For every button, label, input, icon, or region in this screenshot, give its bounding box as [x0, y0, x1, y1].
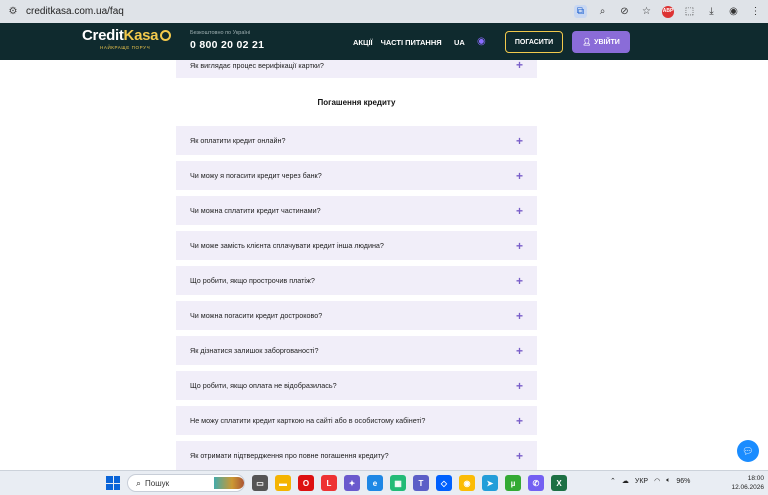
plus-icon[interactable]: + — [516, 135, 523, 147]
main-nav: АКЦІЇ ЧАСТІ ПИТАННЯ — [353, 38, 442, 47]
logo-mark-icon — [160, 30, 172, 41]
profile-icon[interactable]: ◉ — [727, 5, 740, 18]
clock-date: 12.06.2026 — [731, 484, 764, 491]
eye-off-icon[interactable]: ⊘ — [618, 5, 631, 18]
faq-item[interactable]: Що робити, якщо прострочив платіж? + — [176, 266, 537, 295]
tray-chevron-icon[interactable]: ⌃ — [610, 477, 616, 485]
faq-question: Як дізнатися залишок заборгованості? — [190, 346, 319, 355]
faq-question: Що робити, якщо прострочив платіж? — [190, 276, 315, 285]
telegram-icon[interactable]: ➤ — [482, 475, 498, 491]
logo-tagline: НАЙКРАЩЕ ПОРУЧ — [100, 45, 151, 50]
opera-icon[interactable]: O — [298, 475, 314, 491]
phone-caption: Безкоштовно по Україні — [190, 30, 251, 36]
plus-icon[interactable]: + — [516, 380, 523, 392]
clock-time: 18:00 — [747, 475, 764, 482]
faq-question: Що робити, якщо оплата не відобразилась? — [190, 381, 337, 390]
plus-icon[interactable]: + — [516, 60, 523, 71]
plus-icon[interactable]: + — [516, 415, 523, 427]
phone-block: Безкоштовно по Україні 0 800 20 02 21 — [190, 30, 264, 51]
faq-item[interactable]: Чи можна сплатити кредит частинами? + — [176, 196, 537, 225]
onedrive-icon[interactable]: ☁ — [622, 477, 629, 485]
faq-question: Чи можна погасити кредит достроково? — [190, 311, 323, 320]
battery-level[interactable]: 96% — [676, 478, 690, 485]
search-highlight-image — [214, 477, 244, 489]
zoom-icon[interactable]: ⌕ — [596, 5, 609, 18]
browser-toolbar: ⚙ creditkasa.com.ua/faq ⧉ ⌕ ⊘ ☆ ABP ⬚ ⤓ … — [0, 0, 768, 23]
bookmark-star-icon[interactable]: ☆ — [640, 5, 653, 18]
faq-item[interactable]: Чи може замість клієнта сплачувати креди… — [176, 231, 537, 260]
faq-question: Як виглядає процес верифікації картки? — [190, 60, 324, 70]
menu-icon[interactable]: ⋮ — [749, 5, 762, 18]
site-header: Credit Kasa НАЙКРАЩЕ ПОРУЧ Безкоштовно по… — [0, 23, 768, 60]
phone-number[interactable]: 0 800 20 02 21 — [190, 39, 264, 51]
search-label: Пошук — [145, 478, 170, 488]
search-icon: ⌕ — [136, 477, 142, 488]
edge-icon[interactable]: e — [367, 475, 383, 491]
keyboard-language[interactable]: УКР — [635, 478, 648, 485]
faq-item[interactable]: Чи можу я погасити кредит через банк? + — [176, 161, 537, 190]
faq-item[interactable]: Не можу сплатити кредит карткою на сайті… — [176, 406, 537, 435]
plus-icon[interactable]: + — [516, 275, 523, 287]
plus-icon[interactable]: + — [516, 170, 523, 182]
teams-icon[interactable]: T — [413, 475, 429, 491]
faq-item[interactable]: Що робити, якщо оплата не відобразилась?… — [176, 371, 537, 400]
faq-item[interactable]: Як виглядає процес верифікації картки? + — [176, 60, 537, 78]
faq-question: Чи можу я погасити кредит через банк? — [190, 171, 322, 180]
faq-item[interactable]: Як дізнатися залишок заборгованості? + — [176, 336, 537, 365]
plus-icon[interactable]: + — [516, 205, 523, 217]
language-switch[interactable]: UA — [454, 38, 465, 47]
torrent-icon[interactable]: µ — [505, 475, 521, 491]
login-button[interactable]: 👤︎ УВІЙТИ — [572, 31, 630, 53]
translate-icon[interactable]: ⧉ — [574, 5, 587, 18]
plus-icon[interactable]: + — [516, 450, 523, 462]
site-info-icon[interactable]: ⚙ — [6, 5, 20, 19]
adblock-extension-icon[interactable]: ABP — [662, 5, 674, 18]
store-icon[interactable]: ▦ — [390, 475, 406, 491]
plus-icon[interactable]: + — [516, 345, 523, 357]
faq-item[interactable]: Як оплатити кредит онлайн? + — [176, 126, 537, 155]
faq-content: Як виглядає процес верифікації картки? +… — [0, 60, 768, 470]
app-l-icon[interactable]: L — [321, 475, 337, 491]
logo[interactable]: Credit Kasa НАЙКРАЩЕ ПОРУЧ — [82, 27, 172, 50]
faq-item[interactable]: Чи можна погасити кредит достроково? + — [176, 301, 537, 330]
task-view-icon[interactable]: ▭ — [252, 475, 268, 491]
file-explorer-icon[interactable]: ▬ — [275, 475, 291, 491]
faq-question: Не можу сплатити кредит карткою на сайті… — [190, 416, 426, 425]
pay-button[interactable]: ПОГАСИТИ — [505, 31, 563, 53]
faq-item[interactable]: Як отримати підтвердження про повне пога… — [176, 441, 537, 470]
taskbar: ⌕ Пошук ▭ ▬ O L ✦ e ▦ T ◇ ◉ ➤ µ ✆ X ⌃ ☁ … — [0, 470, 768, 495]
user-icon: 👤︎ — [582, 39, 592, 46]
faq-question: Чи можна сплатити кредит частинами? — [190, 206, 321, 215]
plus-icon[interactable]: + — [516, 310, 523, 322]
taskbar-apps: ▭ ▬ O L ✦ e ▦ T ◇ ◉ ➤ µ ✆ X — [252, 475, 567, 491]
logo-kasa: Kasa — [123, 27, 159, 44]
dropbox-icon[interactable]: ◇ — [436, 475, 452, 491]
faq-question: Як отримати підтвердження про повне пога… — [190, 451, 389, 460]
nav-promotions[interactable]: АКЦІЇ — [353, 38, 373, 47]
viber-icon[interactable]: ✆ — [528, 475, 544, 491]
wifi-icon[interactable]: ◠ — [654, 477, 660, 485]
taskbar-search[interactable]: ⌕ Пошук — [127, 474, 245, 492]
address-bar[interactable]: creditkasa.com.ua/faq — [26, 6, 124, 17]
download-icon[interactable]: ⤓ — [705, 5, 718, 18]
browser-actions: ⧉ ⌕ ⊘ ☆ ABP ⬚ ⤓ ◉ ⋮ — [574, 5, 762, 18]
faq-question: Чи може замість клієнта сплачувати креди… — [190, 241, 384, 250]
chat-icon[interactable]: 💬︎ — [737, 440, 759, 462]
windows-start-icon[interactable] — [106, 476, 120, 490]
chrome-icon[interactable]: ◉ — [459, 475, 475, 491]
login-label: УВІЙТИ — [594, 38, 620, 46]
extensions-icon[interactable]: ⬚ — [683, 5, 696, 18]
plus-icon[interactable]: + — [516, 240, 523, 252]
clock[interactable]: 18:00 12.06.2026 — [731, 474, 764, 492]
nav-faq[interactable]: ЧАСТІ ПИТАННЯ — [381, 38, 442, 47]
copilot-icon[interactable]: ✦ — [344, 475, 360, 491]
excel-icon[interactable]: X — [551, 475, 567, 491]
system-tray: ⌃ ☁ УКР ◠ 🔈︎ 96% — [610, 477, 690, 485]
faq-question: Як оплатити кредит онлайн? — [190, 136, 286, 145]
logo-credit: Credit — [82, 27, 124, 44]
section-title: Погашення кредиту — [317, 98, 396, 107]
accessibility-eye-icon[interactable]: ◉ — [477, 36, 486, 47]
volume-icon[interactable]: 🔈︎ — [666, 477, 670, 485]
